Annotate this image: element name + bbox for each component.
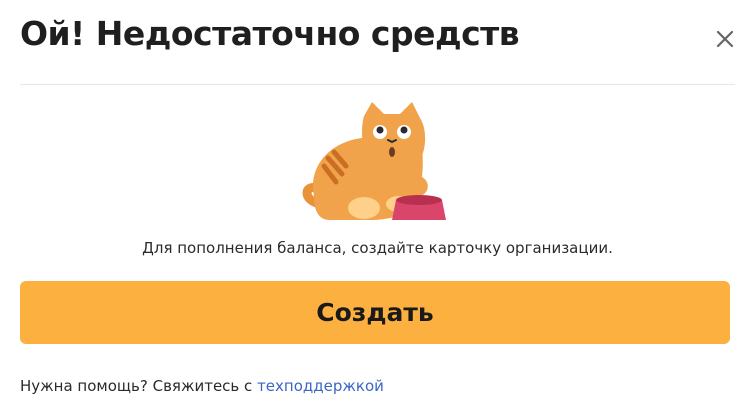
insufficient-funds-dialog: Ой! Недостаточно средств Для пополнения … [0, 0, 755, 416]
dialog-title: Ой! Недостаточно средств [20, 14, 520, 53]
help-text-label: Нужна помощь? Свяжитесь с [20, 377, 253, 395]
create-button[interactable]: Создать [20, 281, 730, 344]
cat-with-bowl-illustration [302, 102, 446, 220]
support-link[interactable]: техподдержкой [257, 377, 384, 395]
dialog-message: Для пополнения баланса, создайте карточк… [142, 239, 613, 257]
close-button[interactable] [712, 26, 738, 52]
help-text: Нужна помощь? Свяжитесь с техподдержкой [20, 377, 384, 395]
close-icon [716, 30, 734, 48]
header-divider [20, 84, 735, 85]
